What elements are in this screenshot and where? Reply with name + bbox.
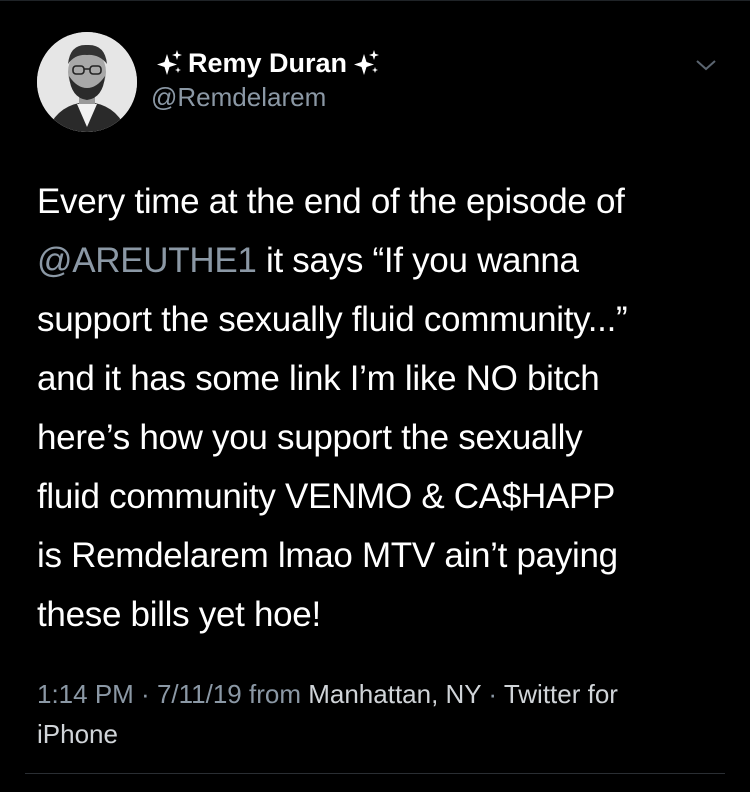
text-segment: here’s how you support the sexually xyxy=(37,418,583,457)
bottom-divider xyxy=(25,773,725,774)
tweet-meta-line: 1:14 PM · 7/11/19 from Manhattan, NY · T… xyxy=(37,674,727,714)
tweet-text-line: support the sexually fluid community...” xyxy=(37,290,727,349)
tweet-text-line: @AREUTHE1 it says “If you wanna xyxy=(37,231,727,290)
tweet-date[interactable]: 7/11/19 xyxy=(157,679,242,709)
text-segment: and it has some link I’m like NO bitch xyxy=(37,359,600,398)
tweet-meta-line: iPhone xyxy=(37,714,727,754)
tweet-meta: 1:14 PM · 7/11/19 from Manhattan, NY · T… xyxy=(37,674,727,754)
text-segment: it says “If you wanna xyxy=(256,241,579,280)
avatar-image xyxy=(37,32,137,132)
meta-separator: · xyxy=(133,679,157,709)
tweet-client[interactable]: Twitter for xyxy=(504,679,618,709)
text-segment: support the sexually fluid community...” xyxy=(37,300,628,339)
meta-from: from xyxy=(241,679,309,709)
author-handle[interactable]: @Remdelarem xyxy=(151,82,326,113)
sparkles-icon xyxy=(152,46,186,80)
top-divider xyxy=(0,0,750,1)
tweet-text: Every time at the end of the episode of … xyxy=(37,172,727,644)
author-name-row[interactable]: Remy Duran xyxy=(150,45,385,81)
tweet-text-line: fluid community VENMO & CA$HAPP xyxy=(37,467,727,526)
meta-separator: · xyxy=(481,679,504,709)
tweet-client-continued[interactable]: iPhone xyxy=(37,719,118,749)
tweet-text-line: and it has some link I’m like NO bitch xyxy=(37,349,727,408)
tweet-text-line: is Remdelarem lmao MTV ain’t paying xyxy=(37,526,727,585)
tweet-text-line: Every time at the end of the episode of xyxy=(37,172,727,231)
text-segment: Every time at the end of the episode of xyxy=(37,182,625,221)
author-name[interactable]: Remy Duran xyxy=(188,48,347,79)
tweet-time[interactable]: 1:14 PM xyxy=(37,679,134,709)
sparkles-icon xyxy=(349,46,383,80)
text-segment: is Remdelarem lmao MTV ain’t paying xyxy=(37,536,618,575)
mention-link[interactable]: @AREUTHE1 xyxy=(37,241,257,280)
tweet-text-line: here’s how you support the sexually xyxy=(37,408,727,467)
avatar[interactable] xyxy=(37,32,137,132)
text-segment: fluid community VENMO & CA$HAPP xyxy=(37,477,616,516)
tweet-text-line: these bills yet hoe! xyxy=(37,585,727,644)
tweet-location[interactable]: Manhattan, NY xyxy=(308,679,481,709)
chevron-down-icon[interactable] xyxy=(694,56,718,74)
text-segment: these bills yet hoe! xyxy=(37,595,321,634)
